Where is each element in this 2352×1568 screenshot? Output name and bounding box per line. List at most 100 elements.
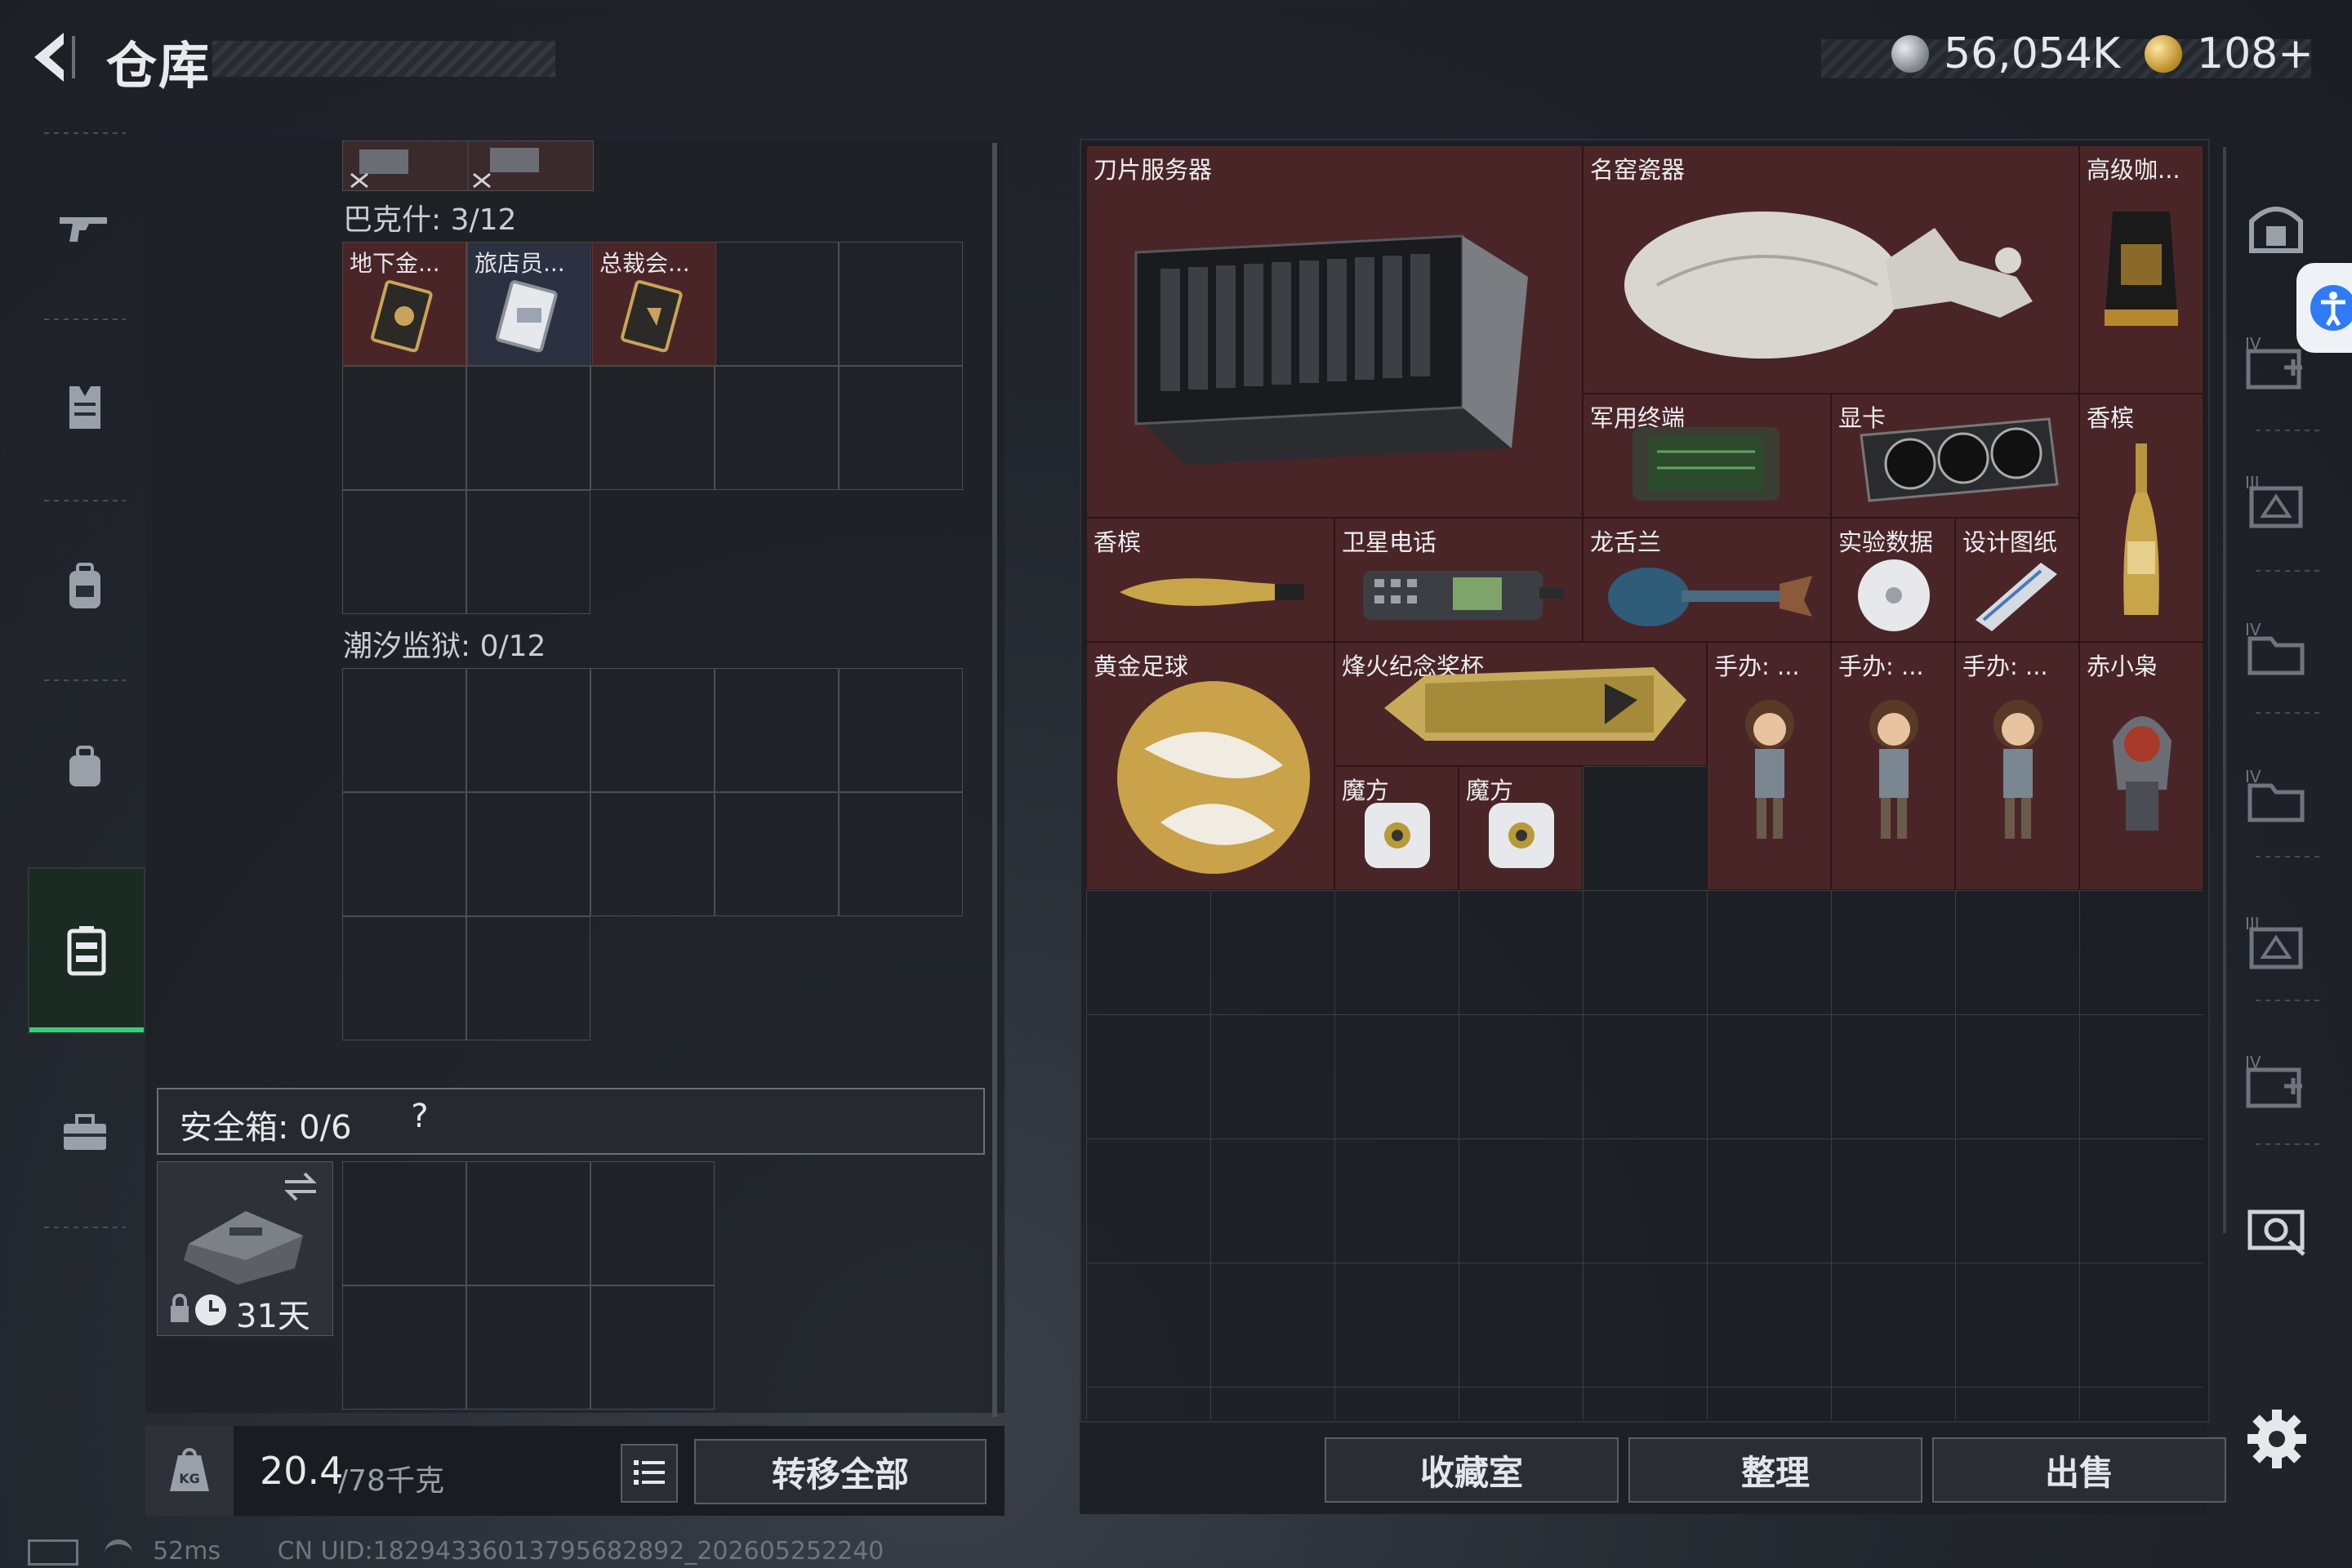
sell-button[interactable]: 出售	[1932, 1437, 2226, 1503]
storage-item-champagne[interactable]: 香槟	[1086, 518, 1334, 642]
toolbox-tab[interactable]	[28, 1047, 142, 1218]
weight-badge: KG	[145, 1426, 234, 1516]
storage-item-cube[interactable]: 魔方	[1459, 766, 1583, 890]
weight-max: /78千克	[338, 1464, 444, 1498]
grid-cell[interactable]	[342, 668, 466, 792]
storage-expand-tab[interactable]	[2239, 1192, 2313, 1266]
grid-cell[interactable]	[466, 668, 590, 792]
swap-icon	[284, 1172, 317, 1201]
grid-cell[interactable]	[839, 242, 963, 366]
storage-item-cube[interactable]: 魔方	[1334, 766, 1459, 890]
grid-cell[interactable]	[342, 1285, 466, 1410]
storage-item-trophy[interactable]: 烽火纪念奖杯	[1334, 642, 1707, 766]
grid-cell[interactable]	[466, 366, 590, 490]
vest-tab[interactable]	[28, 322, 142, 493]
safebox-item[interactable]: 31天	[157, 1161, 333, 1336]
weight-bar: KG 20.4 /78千克 转移全部	[145, 1426, 1004, 1516]
grid-cell[interactable]	[715, 366, 839, 490]
grid-cell[interactable]	[342, 916, 466, 1040]
storage-item-red-owl-figure[interactable]: 赤小枭	[2079, 642, 2203, 890]
storage-home-tab[interactable]	[2239, 188, 2313, 261]
lock-icon	[171, 1294, 189, 1322]
gold-currency[interactable]: 108+	[2145, 29, 2314, 78]
grid-cell[interactable]	[466, 916, 590, 1040]
keycard-item[interactable]: 地下金...	[342, 242, 466, 366]
transfer-all-button[interactable]: 转移全部	[694, 1439, 987, 1504]
storage-actions: 收藏室 整理 出售	[1080, 1423, 2226, 1514]
grid-cell[interactable]	[466, 792, 590, 916]
storage-item-satellite-phone[interactable]: 卫星电话	[1334, 518, 1583, 642]
keycard-item[interactable]: 旅店员...	[467, 242, 591, 366]
silver-coin-icon	[1891, 35, 1929, 73]
bag-tab[interactable]	[28, 681, 142, 853]
storage-item-gpu[interactable]: 显卡	[1831, 394, 2079, 518]
grid-cell[interactable]	[715, 792, 839, 916]
grid-cell[interactable]	[715, 668, 839, 792]
keycard-item[interactable]: 总裁会...	[592, 242, 716, 366]
storage-tab-2[interactable]: III	[2239, 466, 2313, 539]
back-arrow-icon[interactable]	[23, 24, 88, 98]
storage-tab-3[interactable]: IV	[2239, 612, 2313, 686]
grid-cell[interactable]	[342, 490, 466, 614]
storage-icon	[67, 926, 106, 976]
storage-item-lab-data[interactable]: 实验数据	[1831, 518, 1955, 642]
grid-cell[interactable]	[590, 1285, 715, 1410]
grid-cell[interactable]	[590, 366, 715, 490]
list-view-button[interactable]	[621, 1444, 678, 1503]
storage-tab-5[interactable]: III	[2239, 906, 2313, 980]
storage-item-coffee[interactable]: 高级咖...	[2079, 145, 2203, 394]
safebox-header: 安全箱: 0/6 ?	[157, 1088, 985, 1155]
grid-cell[interactable]	[466, 1285, 590, 1410]
silver-currency[interactable]: 56,054K	[1891, 29, 2120, 78]
bakeshi-label: 巴克什: 3/12	[343, 203, 517, 237]
storage-item-champagne[interactable]: 香槟	[2079, 394, 2203, 642]
storage-item-porcelain[interactable]: 名窑瓷器	[1583, 145, 2079, 394]
storage-item-figure[interactable]: 手办: ...	[1955, 642, 2079, 890]
backpack-icon	[69, 563, 100, 608]
grid-cell[interactable]	[342, 1161, 466, 1285]
top-bar: 仓库 56,054K 108+	[0, 0, 2352, 122]
grid-cell[interactable]	[466, 490, 590, 614]
status-bar: 52ms CN UID:18294336013795682892_2026052…	[28, 1537, 884, 1566]
sort-button[interactable]: 整理	[1628, 1437, 1922, 1503]
storage-item-tequila[interactable]: 龙舌兰	[1583, 518, 1831, 642]
left-category-nav	[28, 132, 145, 1235]
gold-coin-icon	[2145, 35, 2182, 73]
page-title: 仓库	[106, 36, 212, 96]
grid-cell[interactable]	[342, 792, 466, 916]
grid-cell[interactable]	[715, 242, 839, 366]
grid-cell[interactable]	[839, 792, 963, 916]
wifi-icon	[104, 1539, 132, 1566]
storage-tab-icon: III	[2245, 915, 2303, 969]
collection-room-button[interactable]: 收藏室	[1325, 1437, 1619, 1503]
storage-item-design-blueprint[interactable]: 设计图纸	[1955, 518, 2079, 642]
grid-cell[interactable]	[839, 668, 963, 792]
storage-tab[interactable]	[28, 867, 145, 1034]
storage-item-gold-football[interactable]: 黄金足球	[1086, 642, 1334, 890]
storage-tab-icon: IV	[2245, 621, 2305, 675]
storage-tab-4[interactable]: IV	[2239, 760, 2313, 833]
list-icon	[634, 1460, 665, 1485]
weapon-tab[interactable]	[28, 140, 142, 312]
safebox-days: 31天	[236, 1298, 310, 1335]
partial-item-row[interactable]	[342, 140, 594, 191]
storage-tab-6[interactable]: IV	[2239, 1045, 2313, 1119]
storage-item-figure[interactable]: 手办: ...	[1831, 642, 1955, 890]
storage-tab-icon: III	[2245, 474, 2303, 528]
grid-cell[interactable]	[466, 1161, 590, 1285]
storage-item-figure[interactable]: 手办: ...	[1707, 642, 1831, 890]
help-button[interactable]: ?	[402, 1098, 438, 1140]
weight-icon: KG	[170, 1448, 209, 1491]
storage-item-military-terminal[interactable]: 军用终端	[1583, 394, 1831, 518]
accessibility-icon	[2310, 285, 2352, 331]
grid-cell[interactable]	[590, 792, 715, 916]
grid-cell[interactable]	[590, 1161, 715, 1285]
grid-cell[interactable]	[839, 366, 963, 490]
accessibility-button[interactable]	[2296, 263, 2352, 353]
backpack-tab[interactable]	[28, 501, 142, 673]
grid-cell[interactable]	[590, 668, 715, 792]
grid-cell[interactable]	[342, 366, 466, 490]
storage-item-blade-server[interactable]: 刀片服务器	[1086, 145, 1583, 518]
settings-gear-icon[interactable]	[2244, 1406, 2310, 1472]
left-scrollbar[interactable]	[992, 143, 997, 1417]
